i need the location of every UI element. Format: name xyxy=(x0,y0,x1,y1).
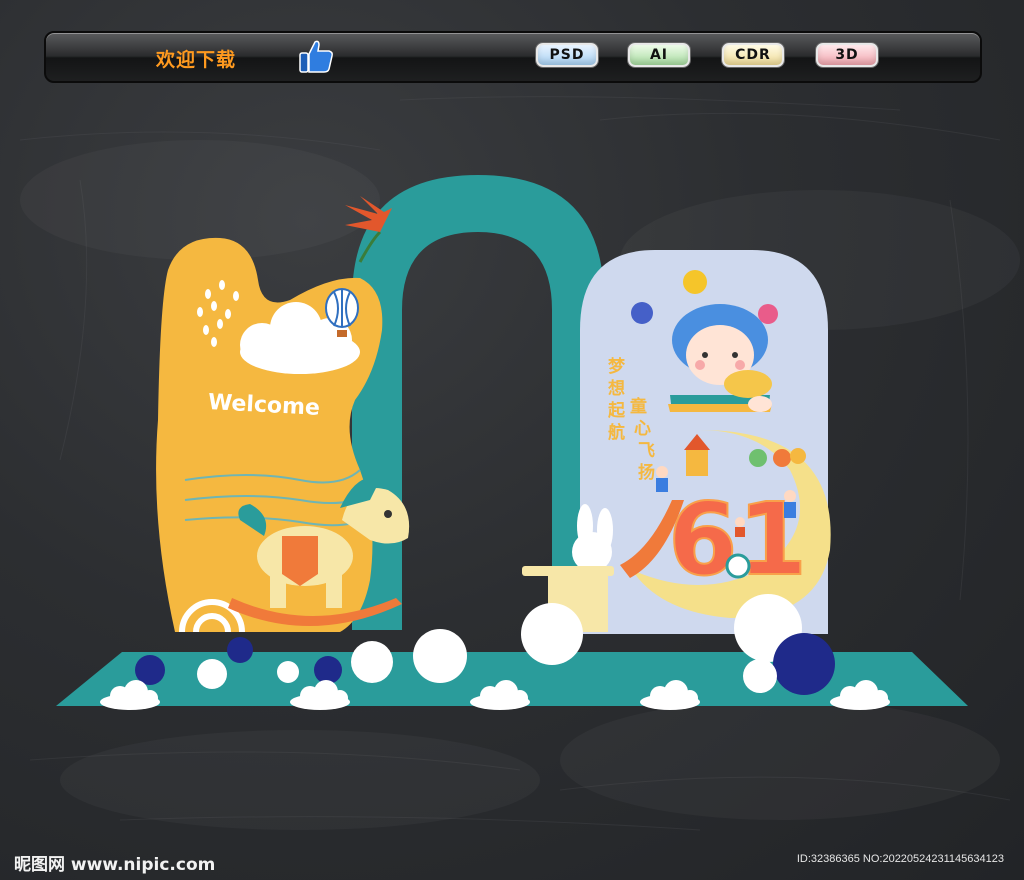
teal-arch xyxy=(352,175,604,630)
image-id: ID:32386365 NO:20220524231145634123 xyxy=(796,853,1004,865)
children-day-stage-artwork: 梦想起航 童心飞扬 61 Welcome xyxy=(56,175,968,710)
site-logo[interactable]: 昵图网 www.nipic.com xyxy=(14,850,215,875)
beach-ball-icon xyxy=(725,553,751,579)
